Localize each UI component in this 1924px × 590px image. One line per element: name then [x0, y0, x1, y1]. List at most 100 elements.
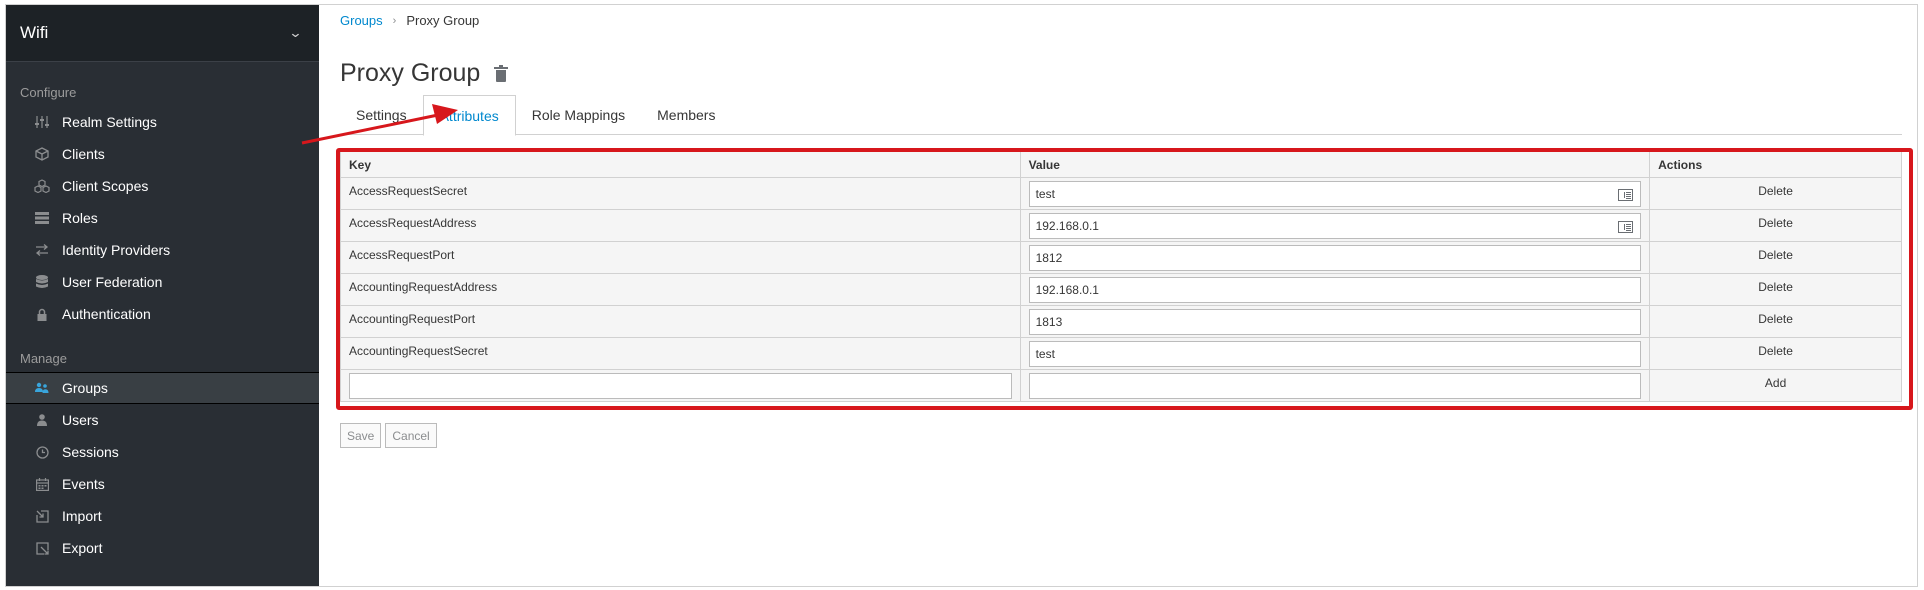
page-title: Proxy Group	[340, 59, 481, 87]
attribute-value-input[interactable]: 192.168.0.1	[1028, 212, 1642, 239]
attribute-key: AccountingRequestSecret	[340, 337, 1021, 370]
attribute-value-input[interactable]: test	[1028, 180, 1642, 207]
attribute-value-cell: 192.168.0.1	[1019, 273, 1651, 306]
chevron-down-icon: ⌄	[288, 25, 303, 40]
action-cell: Delete	[1649, 305, 1902, 338]
table-header-row: Key Value Actions	[340, 151, 1902, 178]
table-row: AccountingRequestSecret test Delete	[340, 337, 1902, 370]
input-value: 1812	[1035, 250, 1063, 265]
input-value: 1813	[1035, 314, 1063, 329]
export-icon	[34, 540, 50, 556]
attribute-key: AccessRequestPort	[340, 241, 1021, 274]
sidebar-item-events[interactable]: Events	[6, 468, 319, 500]
delete-button[interactable]: Delete	[1758, 216, 1793, 230]
sidebar-item-realm-settings[interactable]: Realm Settings	[6, 106, 319, 138]
attribute-value-input[interactable]: 192.168.0.1	[1028, 276, 1642, 303]
exchange-icon	[34, 242, 50, 258]
new-value-input[interactable]	[1028, 372, 1642, 399]
sidebar-item-label: User Federation	[62, 274, 163, 290]
save-button[interactable]: Save	[340, 423, 382, 448]
sidebar-item-label: Authentication	[62, 306, 151, 322]
attribute-key: AccountingRequestPort	[340, 305, 1021, 338]
sidebar-item-label: Sessions	[62, 444, 119, 460]
page-header: Proxy Group	[340, 59, 509, 88]
attribute-value-cell: 1813	[1019, 305, 1651, 338]
section-manage-label: Manage	[20, 351, 67, 366]
sidebar-item-label: Import	[62, 508, 102, 524]
sidebar-item-client-scopes[interactable]: Client Scopes	[6, 170, 319, 202]
input-value: test	[1035, 346, 1055, 361]
add-button[interactable]: Add	[1765, 376, 1786, 390]
sidebar-item-users[interactable]: Users	[6, 404, 319, 436]
sidebar-item-user-federation[interactable]: User Federation	[6, 266, 319, 298]
list-icon	[34, 210, 50, 226]
delete-button[interactable]: Delete	[1758, 184, 1793, 198]
input-value: 192.168.0.1	[1035, 282, 1099, 297]
table-row: AccessRequestPort 1812 Delete	[340, 241, 1902, 274]
sidebar-item-roles[interactable]: Roles	[6, 202, 319, 234]
new-key-input[interactable]	[349, 372, 1012, 399]
sidebar: Wifi ⌄ Configure Realm Settings Clients	[6, 5, 319, 586]
attribute-value-cell: 192.168.0.1	[1019, 209, 1651, 242]
sidebar-item-clients[interactable]: Clients	[6, 138, 319, 170]
sidebar-item-groups[interactable]: Groups	[6, 372, 319, 404]
users-icon	[34, 380, 50, 396]
new-key-cell	[340, 369, 1021, 402]
cancel-button[interactable]: Cancel	[385, 423, 437, 448]
attribute-value-input[interactable]: test	[1028, 340, 1642, 367]
clock-icon	[34, 444, 50, 460]
attribute-value-input[interactable]: 1812	[1028, 244, 1642, 271]
table-row: AccountingRequestAddress 192.168.0.1 Del…	[340, 273, 1902, 306]
keyboard-icon[interactable]	[1618, 188, 1634, 201]
keyboard-icon[interactable]	[1618, 220, 1634, 233]
delete-button[interactable]: Delete	[1758, 248, 1793, 262]
action-cell: Delete	[1649, 273, 1902, 306]
action-cell: Add	[1649, 369, 1902, 402]
tab-members[interactable]: Members	[641, 95, 731, 135]
sidebar-item-label: Users	[62, 412, 99, 428]
attributes-table: Key Value Actions AccessRequestSecret te…	[340, 151, 1902, 402]
sidebar-item-label: Clients	[62, 146, 105, 162]
new-attribute-row: Add	[340, 369, 1902, 402]
user-icon	[34, 412, 50, 428]
breadcrumb-groups-link[interactable]: Groups	[340, 13, 383, 28]
sidebar-item-import[interactable]: Import	[6, 500, 319, 532]
column-header-key: Key	[340, 151, 1021, 178]
manage-nav: Groups Users Sessions Events Import Expo…	[6, 372, 319, 564]
delete-button[interactable]: Delete	[1758, 280, 1793, 294]
breadcrumb: Groups › Proxy Group	[340, 13, 479, 28]
delete-button[interactable]: Delete	[1758, 312, 1793, 326]
sidebar-item-authentication[interactable]: Authentication	[6, 298, 319, 330]
delete-button[interactable]: Delete	[1758, 344, 1793, 358]
realm-selector[interactable]: Wifi ⌄	[6, 5, 319, 62]
table-row: AccessRequestAddress 192.168.0.1 Delete	[340, 209, 1902, 242]
sidebar-item-sessions[interactable]: Sessions	[6, 436, 319, 468]
chevron-right-icon: ›	[392, 14, 397, 27]
table-row: AccountingRequestPort 1813 Delete	[340, 305, 1902, 338]
sidebar-item-label: Identity Providers	[62, 242, 171, 258]
attribute-value-input[interactable]: 1813	[1028, 308, 1642, 335]
database-icon	[34, 274, 50, 290]
attribute-key: AccessRequestSecret	[340, 177, 1021, 210]
sidebar-item-export[interactable]: Export	[6, 532, 319, 564]
attribute-value-cell: test	[1019, 177, 1651, 210]
cubes-icon	[34, 178, 50, 194]
sidebar-item-identity-providers[interactable]: Identity Providers	[6, 234, 319, 266]
sidebar-item-label: Realm Settings	[62, 114, 157, 130]
section-configure-label: Configure	[20, 85, 77, 100]
table-row: AccessRequestSecret test Delete	[340, 177, 1902, 210]
attribute-key: AccessRequestAddress	[340, 209, 1021, 242]
sidebar-item-label: Events	[62, 476, 105, 492]
action-cell: Delete	[1649, 209, 1902, 242]
realm-name: Wifi	[20, 23, 49, 42]
input-value: test	[1035, 186, 1055, 201]
trash-icon[interactable]	[494, 65, 509, 82]
input-value: 192.168.0.1	[1035, 218, 1099, 233]
attribute-value-cell: test	[1019, 337, 1651, 370]
tab-attributes[interactable]: Attributes	[422, 95, 516, 136]
tab-role-mappings[interactable]: Role Mappings	[516, 95, 641, 135]
attribute-key: AccountingRequestAddress	[340, 273, 1021, 306]
attribute-value-cell: 1812	[1019, 241, 1651, 274]
breadcrumb-current: Proxy Group	[406, 13, 480, 28]
tab-settings[interactable]: Settings	[340, 95, 423, 135]
